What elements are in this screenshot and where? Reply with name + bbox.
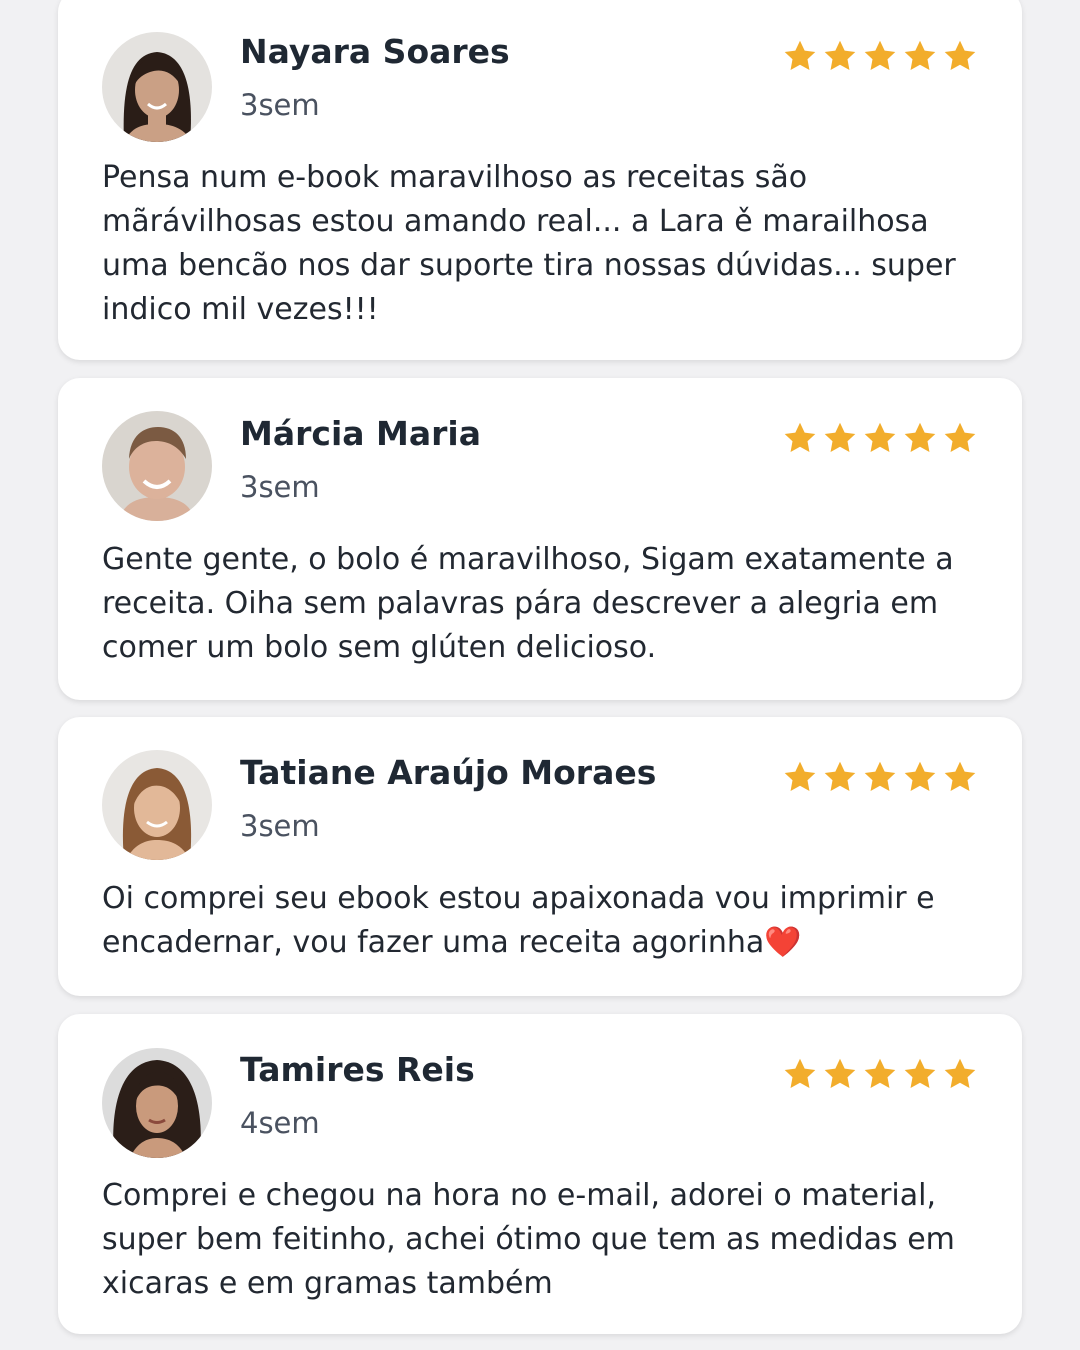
- reviewer-name: Márcia Maria: [240, 414, 481, 453]
- star-icon: [944, 422, 976, 452]
- star-icon: [904, 761, 936, 791]
- avatar: [102, 750, 212, 860]
- rating-stars: [782, 759, 978, 795]
- avatar: [102, 1048, 212, 1158]
- star-icon: [824, 761, 856, 791]
- star-icon: [944, 1058, 976, 1088]
- star-icon: [784, 761, 816, 791]
- review-time: 3sem: [240, 809, 320, 843]
- star-icon: [904, 422, 936, 452]
- review-card: Márcia Maria 3sem Gente gente, o bolo é …: [58, 378, 1022, 700]
- star-icon: [864, 1058, 896, 1088]
- avatar: [102, 32, 212, 142]
- star-icon: [824, 422, 856, 452]
- star-icon: [944, 761, 976, 791]
- reviewer-name: Nayara Soares: [240, 32, 510, 71]
- review-text: Oi comprei seu ebook estou apaixonada vo…: [102, 881, 935, 960]
- rating-stars: [782, 1056, 978, 1092]
- star-icon: [864, 40, 896, 70]
- review-text: Pensa num e-book maravilhoso as receitas…: [102, 160, 956, 327]
- rating-stars: [782, 38, 978, 74]
- review-time: 4sem: [240, 1106, 320, 1140]
- review-text: Comprei e chegou na hora no e-mail, ador…: [102, 1178, 955, 1301]
- star-icon: [824, 1058, 856, 1088]
- review-time: 3sem: [240, 88, 320, 122]
- reviewer-name: Tamires Reis: [240, 1050, 475, 1089]
- star-icon: [864, 422, 896, 452]
- star-icon: [824, 40, 856, 70]
- star-icon: [904, 40, 936, 70]
- review-text: Gente gente, o bolo é maravilhoso, Sigam…: [102, 542, 954, 665]
- star-icon: [864, 761, 896, 791]
- star-icon: [784, 422, 816, 452]
- avatar: [102, 411, 212, 521]
- review-card: Nayara Soares 3sem Pensa num e-book mara…: [58, 0, 1022, 360]
- star-icon: [784, 40, 816, 70]
- star-icon: [784, 1058, 816, 1088]
- review-card: Tamires Reis 4sem Comprei e chegou na ho…: [58, 1014, 1022, 1334]
- reviewer-name: Tatiane Araújo Moraes: [240, 753, 657, 792]
- star-icon: [904, 1058, 936, 1088]
- review-time: 3sem: [240, 470, 320, 504]
- review-card: Tatiane Araújo Moraes 3sem Oi comprei se…: [58, 717, 1022, 996]
- rating-stars: [782, 420, 978, 456]
- star-icon: [944, 40, 976, 70]
